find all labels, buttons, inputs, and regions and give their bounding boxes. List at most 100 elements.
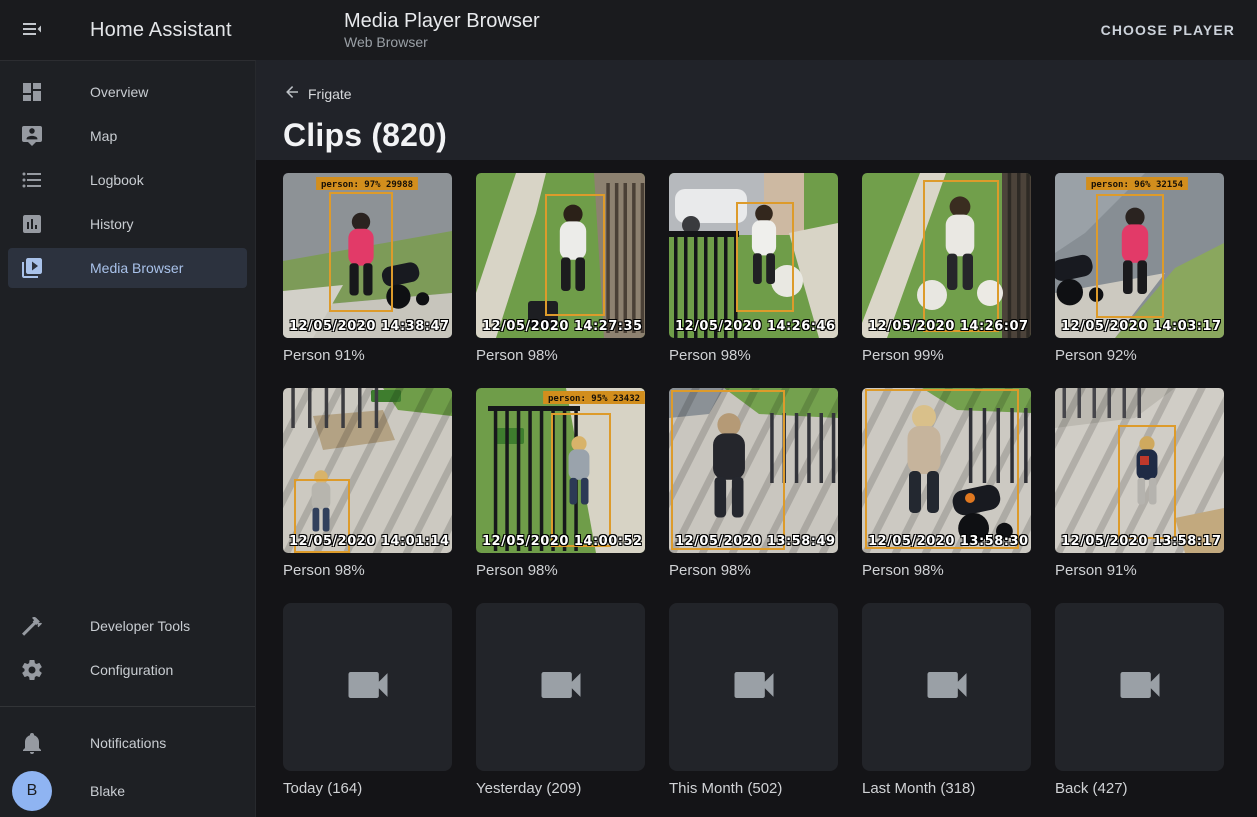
video-icon — [728, 659, 780, 716]
breadcrumb-back-link[interactable]: Frigate — [283, 83, 352, 104]
sidebar: Overview Map Logbook History Media Browser D… — [0, 60, 256, 817]
sidebar-item-notifications[interactable]: Notifications — [8, 723, 247, 763]
clip-timestamp: 12/05/2020 13:58:30 — [868, 534, 1029, 549]
clip-caption: Person 99% — [862, 347, 1031, 364]
clip-timestamp: 12/05/2020 14:00:52 — [482, 534, 643, 549]
folder-card[interactable]: Yesterday (209) — [476, 603, 645, 797]
clip-timestamp: 12/05/2020 13:58:49 — [675, 534, 836, 549]
clip-caption: Person 98% — [862, 562, 1031, 579]
clip-card[interactable]: 12/05/2020 13:58:49 Person 98% — [669, 388, 838, 579]
sidebar-item-developer-tools[interactable]: Developer Tools — [8, 606, 247, 646]
hammer-icon — [20, 614, 44, 638]
clip-caption: Person 98% — [476, 347, 645, 364]
clip-caption: Person 91% — [283, 347, 452, 364]
clip-thumbnail: 12/05/2020 14:27:35 — [476, 173, 645, 338]
clip-thumbnail: 12/05/2020 13:58:49 — [669, 388, 838, 553]
clip-thumbnail: 12/05/2020 14:26:46 — [669, 173, 838, 338]
main-panel: Frigate Clips (820) person: 97% 2998812/… — [256, 60, 1257, 817]
sidebar-item-label: History — [90, 216, 134, 232]
sidebar-item-logbook[interactable]: Logbook — [8, 160, 247, 200]
appbar: Home Assistant Media Player Browser Web … — [0, 0, 1257, 60]
folder-label: Yesterday (209) — [476, 780, 645, 797]
clip-thumbnail: 12/05/2020 14:01:14 — [283, 388, 452, 553]
clip-timestamp: 12/05/2020 14:38:47 — [289, 319, 450, 334]
gear-icon — [20, 658, 44, 682]
media-grid: person: 97% 2998812/05/2020 14:38:47 Pers… — [283, 173, 1224, 797]
clip-card[interactable]: 12/05/2020 13:58:17Person 91% — [1055, 388, 1224, 579]
sidebar-item-label: Overview — [90, 84, 148, 100]
folder-card[interactable]: Back (427) — [1055, 603, 1224, 797]
folder-label: This Month (502) — [669, 780, 838, 797]
page-title-block: Media Player Browser Web Browser — [344, 9, 540, 51]
clip-thumbnail: 12/05/2020 14:26:07 — [862, 173, 1031, 338]
sidebar-item-label: Map — [90, 128, 117, 144]
play-box-multiple-icon — [20, 256, 44, 280]
folder-thumbnail — [283, 603, 452, 771]
clip-thumbnail: 12/05/2020 13:58:17 — [1055, 388, 1224, 553]
clip-card[interactable]: person: 96% 3215412/05/2020 14:03:17 Pers… — [1055, 173, 1224, 364]
dashboard-icon — [20, 80, 44, 104]
video-icon — [1114, 659, 1166, 716]
media-header: Frigate Clips (820) — [256, 60, 1257, 160]
sidebar-footer-nav: Developer Tools Configuration — [0, 602, 255, 694]
folder-card[interactable]: This Month (502) — [669, 603, 838, 797]
clip-card[interactable]: person: 97% 2998812/05/2020 14:38:47 Pers… — [283, 173, 452, 364]
avatar: B — [12, 771, 52, 811]
sidebar-item-label: Notifications — [90, 735, 166, 751]
person-tooltip-icon — [20, 124, 44, 148]
clip-card[interactable]: person: 95% 23432 12/05/2020 14:00:52 Pers… — [476, 388, 645, 579]
clip-card[interactable]: 12/05/2020 13:58:30 Person 98% — [862, 388, 1031, 579]
sidebar-item-label: Logbook — [90, 172, 144, 188]
sidebar-item-media-browser[interactable]: Media Browser — [8, 248, 247, 288]
clip-timestamp: 12/05/2020 14:01:14 — [289, 534, 450, 549]
clip-caption: Person 98% — [476, 562, 645, 579]
folder-thumbnail — [669, 603, 838, 771]
video-icon — [535, 659, 587, 716]
sidebar-nav: Overview Map Logbook History Media Browser — [0, 61, 255, 292]
sidebar-divider — [0, 706, 255, 707]
page-subtitle: Web Browser — [344, 34, 540, 51]
clip-caption: Person 92% — [1055, 347, 1224, 364]
page-title: Media Player Browser — [344, 9, 540, 33]
clip-timestamp: 12/05/2020 14:26:46 — [675, 319, 836, 334]
clip-card[interactable]: 12/05/2020 14:01:14 Person 98% — [283, 388, 452, 579]
clip-thumbnail: 12/05/2020 13:58:30 — [862, 388, 1031, 553]
clip-thumbnail: person: 96% 3215412/05/2020 14:03:17 — [1055, 173, 1224, 338]
sidebar-item-overview[interactable]: Overview — [8, 72, 247, 112]
clip-card[interactable]: 12/05/2020 14:27:35 Person 98% — [476, 173, 645, 364]
menu-open-icon — [20, 17, 44, 44]
folder-label: Back (427) — [1055, 780, 1224, 797]
clip-timestamp: 12/05/2020 14:27:35 — [482, 319, 643, 334]
clip-timestamp: 12/05/2020 13:58:17 — [1061, 534, 1222, 549]
clip-card[interactable]: 12/05/2020 14:26:46 Person 98% — [669, 173, 838, 364]
clip-card[interactable]: 12/05/2020 14:26:07 Person 99% — [862, 173, 1031, 364]
list-icon — [20, 168, 44, 192]
sidebar-item-history[interactable]: History — [8, 204, 247, 244]
folder-label: Today (164) — [283, 780, 452, 797]
media-content: person: 97% 2998812/05/2020 14:38:47 Pers… — [256, 160, 1257, 817]
sidebar-spacer — [0, 292, 255, 602]
sidebar-item-label: Media Browser — [90, 260, 183, 276]
clip-caption: Person 98% — [669, 347, 838, 364]
sidebar-item-user[interactable]: B Blake — [8, 767, 247, 815]
choose-player-button[interactable]: CHOOSE PLAYER — [1093, 12, 1243, 48]
folder-card[interactable]: Today (164) — [283, 603, 452, 797]
folder-thumbnail — [862, 603, 1031, 771]
chart-box-icon — [20, 212, 44, 236]
folder-thumbnail — [1055, 603, 1224, 771]
sidebar-item-configuration[interactable]: Configuration — [8, 650, 247, 690]
menu-open-button[interactable] — [8, 6, 56, 54]
svg-text:person: 95% 23432: person: 95% 23432 — [548, 394, 640, 404]
folder-card[interactable]: Last Month (318) — [862, 603, 1031, 797]
page-heading: Clips (820) — [283, 114, 1257, 156]
bell-icon — [20, 731, 44, 755]
app-title: Home Assistant — [90, 19, 232, 42]
clip-thumbnail: person: 97% 2998812/05/2020 14:38:47 — [283, 173, 452, 338]
clip-caption: Person 98% — [669, 562, 838, 579]
folder-thumbnail — [476, 603, 645, 771]
sidebar-item-map[interactable]: Map — [8, 116, 247, 156]
clip-caption: Person 98% — [283, 562, 452, 579]
sidebar-item-label: Configuration — [90, 662, 173, 678]
user-name: Blake — [90, 783, 125, 799]
clip-timestamp: 12/05/2020 14:03:17 — [1061, 319, 1222, 334]
